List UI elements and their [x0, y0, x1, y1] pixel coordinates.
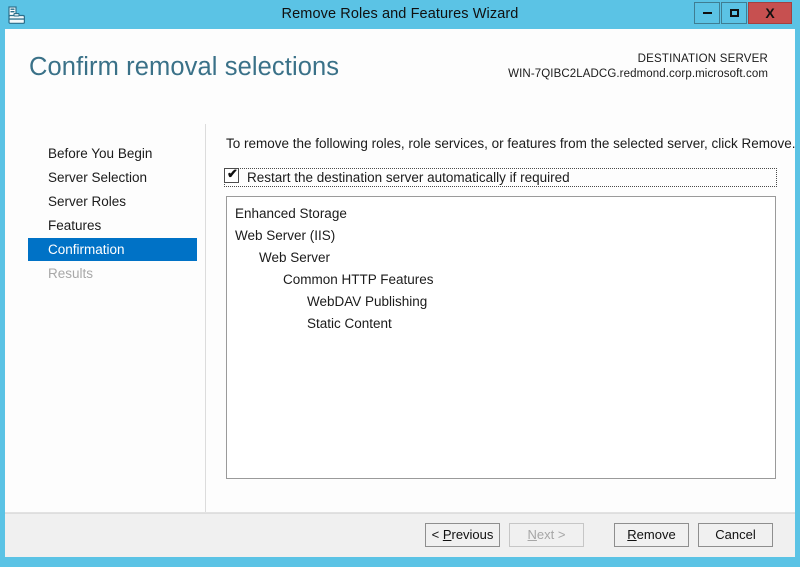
dialog-client-area: Confirm removal selections DESTINATION S… [5, 29, 795, 557]
removal-items-container: Enhanced Storage Web Server (IIS) Web Serv… [227, 197, 775, 335]
cancel-button[interactable]: Cancel [698, 523, 773, 547]
restart-checkbox[interactable]: ✔ [224, 166, 239, 183]
sidebar-item-label: Server Selection [48, 170, 148, 185]
sidebar-item-label: Server Roles [48, 194, 127, 209]
instruction-text: To remove the following roles, role serv… [226, 136, 796, 151]
page-title: Confirm removal selections [29, 53, 340, 81]
previous-button[interactable]: < Previous [425, 523, 500, 547]
title-bar[interactable]: Remove Roles and Features Wizard X [0, 0, 800, 29]
minimize-icon [702, 12, 712, 15]
list-item[interactable]: Enhanced Storage [235, 203, 775, 225]
minimize-button[interactable] [694, 2, 720, 24]
maximize-icon [729, 9, 739, 18]
removal-items-list[interactable]: Enhanced Storage Web Server (IIS) Web Serv… [226, 196, 776, 479]
destination-server-label: DESTINATION SERVER [637, 53, 768, 65]
sidebar-item-results: Results [28, 262, 197, 285]
remove-button[interactable]: Remove [614, 523, 689, 547]
check-icon: ✔ [227, 166, 238, 181]
list-item[interactable]: Static Content [235, 313, 775, 335]
list-item[interactable]: WebDAV Publishing [235, 291, 775, 313]
sidebar-item-before-you-begin[interactable]: Before You Begin [28, 142, 197, 165]
sidebar-item-label: Before You Begin [48, 146, 153, 161]
list-item[interactable]: Web Server [235, 247, 775, 269]
sidebar-item-label: Confirmation [48, 242, 125, 257]
page-header: Confirm removal selections DESTINATION S… [5, 29, 795, 98]
maximize-button[interactable] [721, 2, 747, 24]
access-key: R [627, 527, 637, 542]
sidebar-item-server-selection[interactable]: Server Selection [28, 166, 197, 189]
restart-checkbox-row[interactable]: ✔ Restart the destination server automat… [224, 166, 777, 187]
sidebar-item-features[interactable]: Features [28, 214, 197, 237]
wizard-steps-nav: Before You Begin Server Selection Server R… [5, 98, 200, 495]
next-button: Next > [509, 523, 584, 547]
sidebar-item-label: Results [48, 266, 94, 281]
destination-server-name: WIN-7QIBC2LADCG.redmond.corp.microsoft.c… [508, 68, 768, 80]
close-button[interactable]: X [748, 2, 792, 24]
window-title: Remove Roles and Features Wizard [281, 6, 519, 22]
wizard-window: Remove Roles and Features Wizard X Confi… [0, 0, 800, 567]
sidebar-item-label: Features [48, 218, 102, 233]
access-key: P [442, 527, 452, 542]
destination-server-block: DESTINATION SERVER WIN-7QIBC2LADCG.redmo… [508, 52, 768, 82]
restart-checkbox-label: Restart the destination server automatic… [247, 170, 570, 185]
close-icon: X [765, 5, 775, 21]
sidebar-item-confirmation[interactable]: Confirmation [28, 238, 197, 261]
list-item[interactable]: Web Server (IIS) [235, 225, 775, 247]
access-key: N [527, 527, 537, 542]
nav-divider [205, 124, 206, 524]
dialog-footer: < Previous Next > Remove Cancel [5, 513, 795, 557]
sidebar-item-server-roles[interactable]: Server Roles [28, 190, 197, 213]
main-pane: To remove the following roles, role serv… [221, 98, 795, 495]
list-item[interactable]: Common HTTP Features [235, 269, 775, 291]
